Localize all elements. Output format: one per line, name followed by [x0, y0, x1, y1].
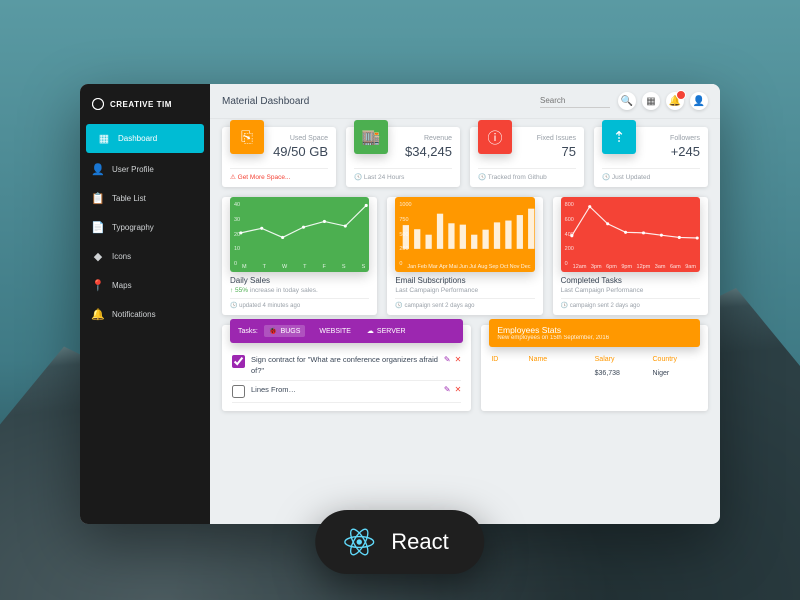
- sidebar-item-label: User Profile: [112, 165, 154, 174]
- sidebar-item-maps[interactable]: 📍 Maps: [80, 271, 210, 300]
- sidebar-item-label: Notifications: [112, 310, 156, 319]
- page-title: Material Dashboard: [222, 96, 309, 107]
- chart-subtitle: ↑ 55% increase in today sales.: [230, 287, 369, 294]
- task-checkbox[interactable]: [232, 355, 245, 368]
- chart-subtitle: Last Campaign Performance: [395, 287, 534, 294]
- chart-line: 020040060080012am3pm6pm9pm12pm3am6am9am: [561, 197, 700, 272]
- edit-icon[interactable]: ✎: [444, 355, 451, 364]
- delete-icon[interactable]: ✕: [455, 385, 462, 394]
- account-button[interactable]: 👤: [690, 92, 708, 110]
- sidebar-item-notifications[interactable]: 🔔 Notifications: [80, 300, 210, 329]
- main: Material Dashboard 🔍 ▦ 🔔 👤 ⎘ Used Space …: [210, 84, 720, 524]
- chart-line: 010203040MTWTFSS: [230, 197, 369, 272]
- stat-icon: ⇡: [602, 120, 636, 154]
- task-text: Lines From…: [251, 385, 438, 396]
- notifications-icon: 🔔: [92, 308, 104, 321]
- stat-footer[interactable]: ⚠ Get More Space...: [230, 168, 328, 181]
- delete-icon[interactable]: ✕: [455, 355, 462, 364]
- search-button[interactable]: 🔍: [618, 92, 636, 110]
- task-row: Sign contract for "What are conference o…: [232, 351, 461, 381]
- tab-icon: 🐞: [269, 327, 278, 335]
- table-row: $36,738Niger: [491, 366, 698, 381]
- tab-website[interactable]: WEBSITE: [311, 326, 356, 337]
- employees-subtitle: New employees on 15th September, 2016: [497, 335, 692, 341]
- dashboard-icon: ▦: [98, 132, 110, 145]
- sidebar-item-label: Icons: [112, 252, 131, 261]
- tasks-tabbar: Tasks: 🐞BUGS WEBSITE ☁SERVER: [230, 319, 463, 343]
- brand: CREATIVE TIM: [80, 92, 210, 122]
- dashboard-window: CREATIVE TIM ▦ Dashboard 👤 User Profile 📋 Tab…: [80, 84, 720, 524]
- task-checkbox[interactable]: [232, 385, 245, 398]
- chart-card: 010203040MTWTFSS Daily Sales ↑ 55% incre…: [222, 197, 377, 315]
- chart-title: Completed Tasks: [561, 276, 700, 285]
- employees-card: Employees Stats New employees on 15th Se…: [481, 325, 708, 411]
- chart-footer: 🕓 campaign sent 2 days ago: [561, 298, 700, 309]
- maps-icon: 📍: [92, 279, 104, 292]
- stat-card: ⎘ Used Space 49/50 GB ⚠ Get More Space..…: [222, 127, 336, 187]
- topbar: Material Dashboard 🔍 ▦ 🔔 👤: [210, 84, 720, 119]
- stat-card: 🏬 Revenue $34,245 🕓 Last 24 Hours: [346, 127, 460, 187]
- chart-card: 020040060080012am3pm6pm9pm12pm3am6am9am …: [553, 197, 708, 315]
- content: ⎘ Used Space 49/50 GB ⚠ Get More Space..…: [210, 119, 720, 423]
- stat-footer: 🕓 Last 24 Hours: [354, 168, 452, 181]
- chart-bar: 02505007501000JanFebMarAprMaiJunJulAugSe…: [395, 197, 534, 272]
- notifications-button[interactable]: 🔔: [666, 92, 684, 110]
- react-badge: React: [315, 510, 484, 574]
- react-icon: [341, 524, 377, 560]
- icons-icon: ◆: [92, 250, 104, 263]
- chart-footer: 🕓 campaign sent 2 days ago: [395, 298, 534, 309]
- tab-bugs[interactable]: 🐞BUGS: [264, 325, 306, 337]
- brand-name: CREATIVE TIM: [110, 100, 172, 109]
- atom-icon: [92, 98, 104, 110]
- sidebar-item-label: Dashboard: [118, 134, 157, 143]
- table-col: Country: [653, 356, 698, 363]
- chart-title: Email Subscriptions: [395, 276, 534, 285]
- sidebar-item-label: Table List: [112, 194, 146, 203]
- table-col: ID: [491, 356, 528, 363]
- react-label: React: [391, 529, 448, 555]
- dashboard-icon-button[interactable]: ▦: [642, 92, 660, 110]
- stat-icon: ⓘ: [478, 120, 512, 154]
- sidebar-item-table-list[interactable]: 📋 Table List: [80, 184, 210, 213]
- stat-icon: ⎘: [230, 120, 264, 154]
- stat-icon: 🏬: [354, 120, 388, 154]
- chart-card: 02505007501000JanFebMarAprMaiJunJulAugSe…: [387, 197, 542, 315]
- table-list-icon: 📋: [92, 192, 104, 205]
- chart-title: Daily Sales: [230, 276, 369, 285]
- sidebar-item-user-profile[interactable]: 👤 User Profile: [80, 155, 210, 184]
- sidebar-item-label: Maps: [112, 281, 132, 290]
- employees-header: Employees Stats New employees on 15th Se…: [489, 319, 700, 347]
- tab-server[interactable]: ☁SERVER: [362, 325, 411, 337]
- tab-icon: ☁: [367, 327, 374, 335]
- stat-footer: 🕓 Just Updated: [602, 168, 700, 181]
- chart-subtitle: Last Campaign Performance: [561, 287, 700, 294]
- stat-card: ⓘ Fixed Issues 75 🕓 Tracked from Github: [470, 127, 584, 187]
- typography-icon: 📄: [92, 221, 104, 234]
- task-text: Sign contract for "What are conference o…: [251, 355, 438, 376]
- tasks-label: Tasks:: [238, 328, 258, 335]
- tab-label: WEBSITE: [319, 328, 351, 335]
- sidebar-item-label: Typography: [112, 223, 154, 232]
- edit-icon[interactable]: ✎: [444, 385, 451, 394]
- tab-label: BUGS: [281, 328, 301, 335]
- sidebar-item-typography[interactable]: 📄 Typography: [80, 213, 210, 242]
- table-col: Salary: [595, 356, 653, 363]
- tab-label: SERVER: [377, 328, 406, 335]
- chart-footer: 🕓 updated 4 minutes ago: [230, 298, 369, 309]
- task-row: Lines From… ✎ ✕: [232, 381, 461, 403]
- sidebar: CREATIVE TIM ▦ Dashboard 👤 User Profile 📋 Tab…: [80, 84, 210, 524]
- employees-title: Employees Stats: [497, 325, 692, 335]
- stat-card: ⇡ Followers +245 🕓 Just Updated: [594, 127, 708, 187]
- user-profile-icon: 👤: [92, 163, 104, 176]
- stat-footer: 🕓 Tracked from Github: [478, 168, 576, 181]
- table-col: Name: [529, 356, 595, 363]
- search-input[interactable]: [540, 94, 610, 108]
- sidebar-item-dashboard[interactable]: ▦ Dashboard: [86, 124, 204, 153]
- tasks-card: Tasks: 🐞BUGS WEBSITE ☁SERVER Sign contract…: [222, 325, 471, 411]
- sidebar-item-icons[interactable]: ◆ Icons: [80, 242, 210, 271]
